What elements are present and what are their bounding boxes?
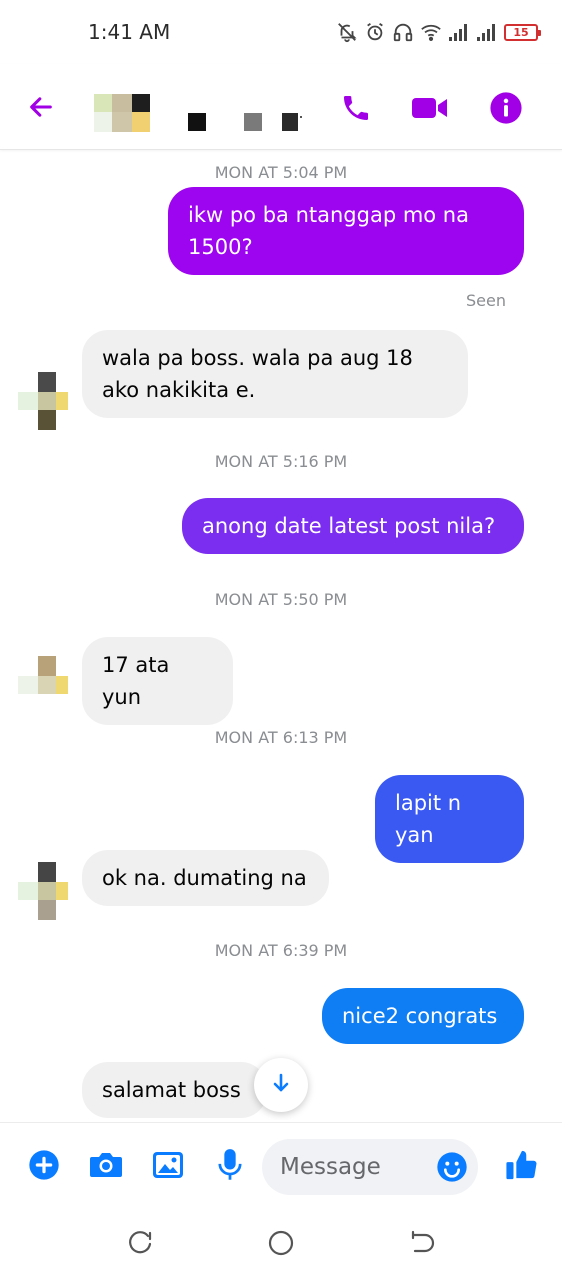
seen-status: Seen <box>466 291 506 310</box>
message-thread[interactable]: MON AT 5:04 PM ikw po ba ntanggap mo na … <box>0 150 562 1120</box>
emoji-icon[interactable] <box>436 1151 468 1183</box>
arrow-down-icon <box>269 1071 293 1100</box>
avatar <box>18 862 70 920</box>
contact-name-redacted[interactable] <box>186 110 316 132</box>
incoming-message[interactable]: 17 ata yun <box>82 637 233 725</box>
avatar <box>18 372 70 430</box>
home-icon[interactable] <box>264 1226 298 1260</box>
avatar[interactable] <box>92 92 152 134</box>
wifi-icon <box>420 21 442 43</box>
plus-icon[interactable] <box>24 1145 64 1185</box>
timestamp: MON AT 6:13 PM <box>214 728 348 747</box>
conversation-header <box>0 64 562 150</box>
back-arrow-icon[interactable] <box>24 90 58 124</box>
timestamp: MON AT 5:50 PM <box>214 590 348 609</box>
microphone-icon[interactable] <box>210 1145 250 1185</box>
avatar <box>18 654 70 712</box>
outgoing-message[interactable]: nice2 congrats <box>322 988 524 1044</box>
outgoing-message[interactable]: ikw po ba ntanggap mo na 1500? <box>168 187 524 275</box>
signal-icon <box>448 22 470 42</box>
mute-bell-icon <box>336 21 358 43</box>
incoming-message[interactable]: ok na. dumating na <box>82 850 329 906</box>
scroll-to-bottom-button[interactable] <box>254 1058 308 1112</box>
message-input-wrapper <box>262 1139 478 1195</box>
battery-icon: 15 <box>504 23 541 41</box>
timestamp: MON AT 5:04 PM <box>214 163 348 182</box>
message-composer <box>0 1122 562 1208</box>
incoming-message[interactable]: wala pa boss. wala pa aug 18 ako nakikit… <box>82 330 468 418</box>
incoming-message[interactable]: salamat boss <box>82 1062 267 1118</box>
alarm-icon <box>364 21 386 43</box>
phone-icon[interactable] <box>336 88 376 128</box>
system-navigation-bar <box>0 1208 562 1280</box>
video-camera-icon[interactable] <box>410 88 450 128</box>
back-icon[interactable] <box>404 1226 438 1260</box>
timestamp: MON AT 5:16 PM <box>214 452 348 471</box>
thumbs-up-icon[interactable] <box>502 1145 542 1185</box>
outgoing-message[interactable]: lapit n yan <box>375 775 524 863</box>
message-input[interactable] <box>280 1147 430 1187</box>
info-icon[interactable] <box>486 88 526 128</box>
status-bar: 1:41 AM 15 <box>0 0 562 64</box>
gallery-icon[interactable] <box>148 1145 188 1185</box>
status-icons: 15 <box>336 20 541 44</box>
signal-icon <box>476 22 498 42</box>
outgoing-message[interactable]: anong date latest post nila? <box>182 498 524 554</box>
timestamp: MON AT 6:39 PM <box>214 941 348 960</box>
status-time: 1:41 AM <box>88 20 171 44</box>
headset-icon <box>392 21 414 43</box>
recent-apps-icon[interactable] <box>124 1226 158 1260</box>
camera-icon[interactable] <box>86 1145 126 1185</box>
